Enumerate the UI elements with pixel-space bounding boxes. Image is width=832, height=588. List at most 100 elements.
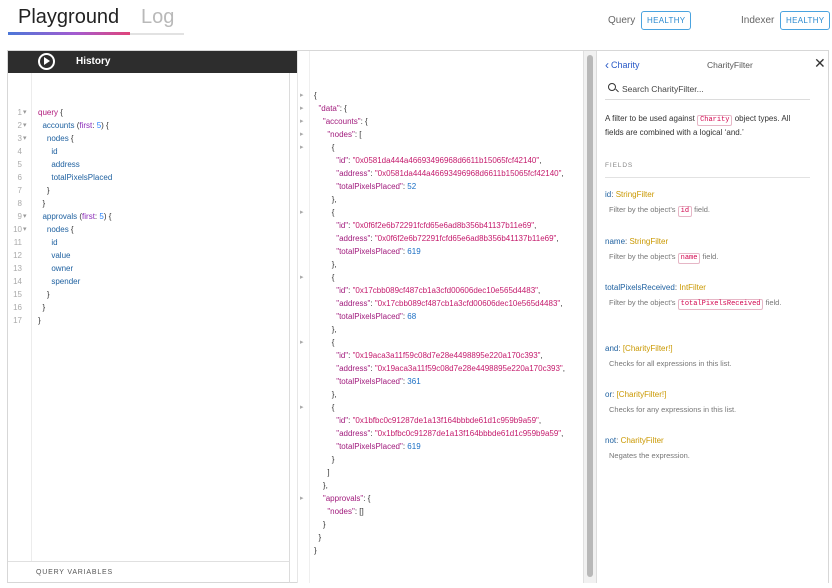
field-type-link[interactable]: [CharityFilter!] <box>617 390 667 399</box>
query-line-text: approvals (first: 5) { <box>42 212 112 221</box>
result-line: "totalPixelsPlaced": 619 <box>298 245 584 258</box>
query-line-text: } <box>38 303 46 312</box>
fold-arrow-icon[interactable]: ▸ <box>300 336 304 349</box>
result-line-text: "address": "0x17cbb089cf487cb1a3cfd00606… <box>336 299 563 308</box>
field-name-link[interactable]: not <box>605 436 616 445</box>
fold-arrow-icon[interactable]: ▾ <box>23 132 27 145</box>
query-line[interactable]: 2 ▾ accounts (first: 5) { <box>8 119 290 132</box>
query-line[interactable]: 6 totalPixelsPlaced <box>8 171 290 184</box>
query-line[interactable]: 9 ▾ approvals (first: 5) { <box>8 210 290 223</box>
fold-arrow-icon[interactable]: ▸ <box>300 89 304 102</box>
line-number: 4 <box>17 147 22 156</box>
fold-arrow-icon[interactable]: ▸ <box>300 401 304 414</box>
fold-arrow-icon[interactable]: ▸ <box>300 128 304 141</box>
docs-explorer: ‹Charity CharityFilter ✕ A filter to be … <box>596 51 828 583</box>
query-line[interactable]: 12 value <box>8 249 290 262</box>
fold-arrow-icon[interactable]: ▸ <box>300 102 304 115</box>
query-line-text: query { <box>38 108 63 117</box>
docs-field-id: id: StringFilter Filter by the object’s i… <box>605 189 810 217</box>
field-description-text: Checks for any expressions in this list. <box>609 405 737 414</box>
fold-arrow-icon[interactable]: ▸ <box>300 271 304 284</box>
field-type-link[interactable]: StringFilter <box>629 237 668 246</box>
result-line: ▸ { <box>298 401 584 414</box>
docs-back-link[interactable]: ‹ Charity <box>605 58 640 72</box>
field-type-link[interactable]: IntFilter <box>679 283 706 292</box>
scrollbar-thumb[interactable] <box>587 55 593 577</box>
result-viewer: ▸{▸ "data": {▸ "accounts": {▸ "nodes": [… <box>297 51 583 583</box>
query-editor[interactable]: 1 ▾ query {2 ▾ accounts (first: 5) {3 ▾ node… <box>8 73 290 561</box>
result-line-text: } <box>314 520 326 529</box>
query-line-text: address <box>51 160 80 169</box>
result-scrollbar[interactable] <box>583 51 596 583</box>
top-header: Playground Log Query HEALTHY Indexer HEA… <box>0 0 832 44</box>
field-type-link[interactable]: [CharityFilter!] <box>623 344 673 353</box>
result-line-text: }, <box>314 481 328 490</box>
result-line-text: "accounts": { <box>322 117 368 126</box>
query-line[interactable]: 5 address <box>8 158 290 171</box>
docs-search <box>605 78 810 100</box>
result-line-text: "address": "0x0f6f2e6b72291fcfd65e6ad8b3… <box>336 234 559 243</box>
query-line[interactable]: 8 } <box>8 197 290 210</box>
query-line-text: owner <box>51 264 74 273</box>
docs-back-label: Charity <box>611 60 640 70</box>
result-line-text: }, <box>314 325 337 334</box>
fold-arrow-icon[interactable]: ▾ <box>23 210 27 223</box>
query-line[interactable]: 7 } <box>8 184 290 197</box>
fold-arrow-icon[interactable]: ▸ <box>300 141 304 154</box>
field-description-text: Negates the expression. <box>609 451 690 460</box>
result-line-text: "nodes": [ <box>327 130 362 139</box>
field-signature: and: [CharityFilter!] <box>605 343 810 355</box>
result-line: "totalPixelsPlaced": 68 <box>298 310 584 323</box>
field-name-link[interactable]: name <box>605 237 625 246</box>
docs-field-not: not: CharityFilter Negates the expression… <box>605 435 810 462</box>
query-line[interactable]: 1 ▾ query { <box>8 106 290 119</box>
indexer-status-badge: HEALTHY <box>780 11 831 30</box>
field-name-link[interactable]: and <box>605 344 618 353</box>
field-name-link[interactable]: totalPixelsReceived <box>605 283 675 292</box>
fold-arrow-icon[interactable]: ▸ <box>300 115 304 128</box>
result-line-text: { <box>314 208 335 217</box>
query-line[interactable]: 15 } <box>8 288 290 301</box>
docs-search-input[interactable] <box>622 81 807 96</box>
field-signature: id: StringFilter <box>605 189 810 201</box>
close-icon[interactable]: ✕ <box>814 55 826 72</box>
tab-log[interactable]: Log <box>141 6 174 29</box>
field-description-text: Filter by the object’s <box>609 205 678 214</box>
query-variables-toggle[interactable]: QUERY VARIABLES <box>8 561 290 583</box>
field-type-link[interactable]: StringFilter <box>616 190 655 199</box>
result-line: } <box>298 531 584 544</box>
line-number: 2 <box>17 121 22 130</box>
query-line-text: totalPixelsPlaced <box>51 173 113 182</box>
field-type-link[interactable]: CharityFilter <box>621 436 664 445</box>
docs-type-chip[interactable]: Charity <box>697 115 733 126</box>
query-line[interactable]: 10 ▾ nodes { <box>8 223 290 236</box>
result-line-text: "totalPixelsPlaced": 68 <box>336 312 417 321</box>
result-line-text: "address": "0x0581da444a46693496968d6611… <box>336 169 564 178</box>
field-description-text: field. <box>692 205 710 214</box>
query-line[interactable]: 17} <box>8 314 290 327</box>
query-line-text: nodes { <box>46 225 74 234</box>
query-line[interactable]: 16 } <box>8 301 290 314</box>
tab-playground[interactable]: Playground <box>18 6 119 29</box>
result-line-text: ] <box>314 468 330 477</box>
fold-arrow-icon[interactable]: ▾ <box>23 106 27 119</box>
fold-arrow-icon[interactable]: ▾ <box>23 223 27 236</box>
fold-arrow-icon[interactable]: ▸ <box>300 206 304 219</box>
query-line-text: accounts (first: 5) { <box>42 121 109 130</box>
play-circle-icon[interactable] <box>38 53 55 70</box>
fold-arrow-icon[interactable]: ▸ <box>300 492 304 505</box>
field-description-text: Checks for all expressions in this list. <box>609 359 732 368</box>
query-line[interactable]: 11 id <box>8 236 290 249</box>
result-line: } <box>298 453 584 466</box>
result-line: ▸ { <box>298 206 584 219</box>
query-line[interactable]: 3 ▾ nodes { <box>8 132 290 145</box>
fold-arrow-icon[interactable]: ▾ <box>23 119 27 132</box>
query-line-text: } <box>38 290 50 299</box>
result-line-text: "totalPixelsPlaced": 619 <box>336 442 421 451</box>
result-line-text: { <box>314 143 335 152</box>
query-line[interactable]: 13 owner <box>8 262 290 275</box>
history-button[interactable]: History <box>76 56 110 67</box>
query-line[interactable]: 4 id <box>8 145 290 158</box>
query-line[interactable]: 14 spender <box>8 275 290 288</box>
result-line: ▸ "accounts": { <box>298 115 584 128</box>
